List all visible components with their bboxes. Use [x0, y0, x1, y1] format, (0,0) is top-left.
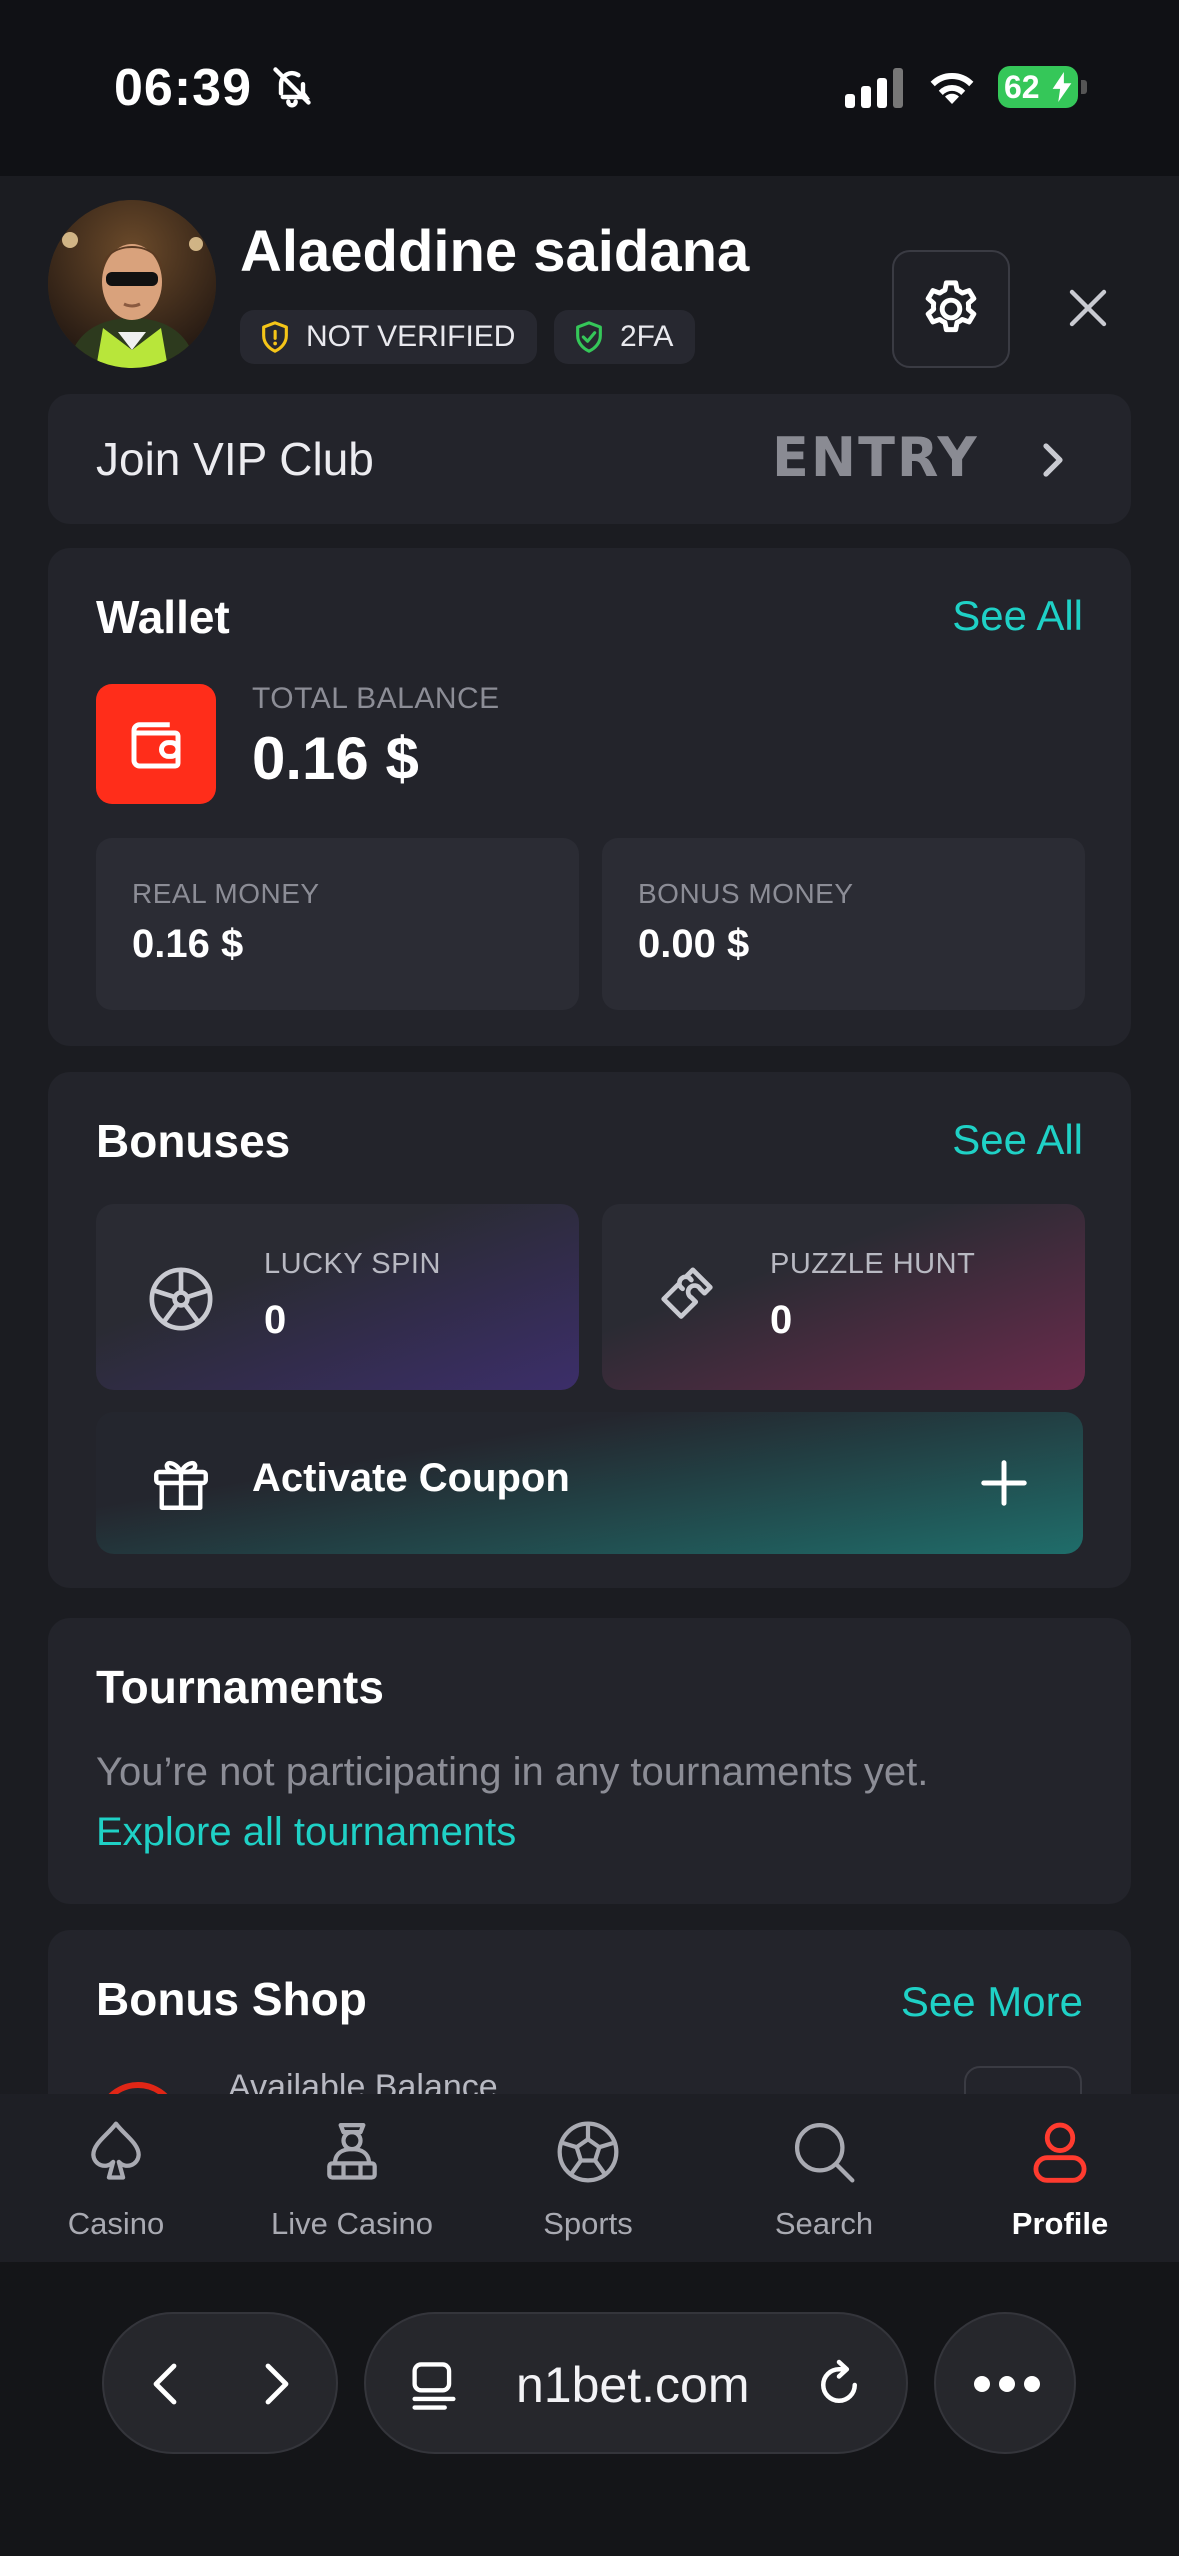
lucky-spin-value: 0 [264, 1298, 287, 1342]
tournaments-card: Tournaments You’re not participating in … [48, 1618, 1131, 1904]
bonus-shop-action-button[interactable] [964, 2066, 1082, 2094]
puzzle-hunt-value: 0 [770, 1298, 793, 1342]
soccer-ball-icon [557, 2121, 619, 2183]
puzzle-hunt-tile[interactable]: PUZZLE HUNT 0 [602, 1204, 1085, 1390]
wallet-see-all-link[interactable]: See All [952, 592, 1083, 640]
spade-icon [91, 2121, 141, 2180]
gift-icon [154, 1461, 208, 1510]
settings-button[interactable] [892, 250, 1010, 368]
bolt-icon [1052, 72, 1072, 102]
avatar[interactable] [48, 200, 216, 368]
lucky-spin-tile[interactable]: LUCKY SPIN 0 [96, 1204, 579, 1390]
status-bar: 06:39 62 [0, 0, 1179, 176]
plus-icon [981, 1460, 1027, 1506]
total-balance-value: 0.16 $ [252, 725, 419, 792]
back-button[interactable] [142, 2360, 190, 2408]
user-icon [1033, 2122, 1087, 2183]
bell-slash-icon [273, 67, 311, 108]
wallet-icon [96, 684, 216, 804]
gear-icon [925, 280, 977, 333]
tab-live-casino[interactable]: Live Casino [252, 2094, 452, 2262]
bottom-tab-bar: Casino Live Casino Sports Search Profile [0, 2094, 1179, 2262]
coin-icon [96, 2082, 180, 2094]
available-balance-label: Available Balance [228, 2068, 498, 2094]
bonus-money-label: BONUS MONEY [638, 878, 854, 909]
tab-profile[interactable]: Profile [960, 2094, 1160, 2262]
status-time: 06:39 [114, 59, 252, 117]
wheel-icon [149, 1267, 213, 1331]
browser-nav-group [102, 2312, 338, 2454]
forward-button[interactable] [252, 2360, 300, 2408]
wallet-title: Wallet [96, 591, 230, 643]
url-text: n1bet.com [516, 2357, 750, 2413]
tab-live-casino-label: Live Casino [271, 2206, 433, 2241]
tab-sports-label: Sports [543, 2206, 633, 2241]
real-money-box: REAL MONEY 0.16 $ [96, 838, 579, 1010]
bonus-money-value: 0.00 $ [638, 922, 750, 966]
cellular-signal-icon [845, 68, 903, 108]
tab-casino-label: Casino [67, 2206, 165, 2241]
vip-club-label: Join VIP Club [96, 433, 374, 485]
two-fa-label: 2FA [620, 320, 674, 353]
bonus-shop-title: Bonus Shop [96, 1973, 367, 2025]
activate-coupon-button[interactable]: Activate Coupon [96, 1412, 1083, 1554]
bonus-shop-see-more-link[interactable]: See More [901, 1978, 1083, 2026]
profile-header: Alaeddine saidana NOT VERIFIED 2FA [48, 200, 1138, 370]
activate-coupon-label: Activate Coupon [252, 1456, 570, 1500]
address-bar[interactable]: n1bet.com [364, 2312, 908, 2454]
reload-icon[interactable] [812, 2358, 866, 2412]
tab-casino[interactable]: Casino [16, 2094, 216, 2262]
browser-toolbar: n1bet.com [0, 2262, 1179, 2556]
not-verified-badge[interactable]: NOT VERIFIED [240, 310, 538, 364]
profile-page: Alaeddine saidana NOT VERIFIED 2FA Join … [0, 176, 1179, 2094]
wifi-icon [930, 72, 974, 104]
bonus-money-box: BONUS MONEY 0.00 $ [602, 838, 1085, 1010]
explore-tournaments-link[interactable]: Explore all tournaments [96, 1810, 516, 1855]
wallet-card: Wallet See All TOTAL BALANCE 0.16 $ REAL… [48, 548, 1131, 1046]
shield-warning-icon [262, 321, 288, 353]
tab-search[interactable]: Search [724, 2094, 924, 2262]
wallet-glyph [131, 722, 181, 769]
lucky-spin-label: LUCKY SPIN [264, 1248, 441, 1280]
two-fa-badge[interactable]: 2FA [554, 310, 696, 364]
puzzle-icon [661, 1267, 713, 1319]
tournaments-title: Tournaments [96, 1661, 384, 1713]
battery-tip [1081, 80, 1087, 94]
bonus-shop-card: Bonus Shop See More Available Balance [48, 1930, 1131, 2094]
total-balance-label: TOTAL BALANCE [252, 682, 500, 715]
tabs-icon[interactable] [408, 2358, 460, 2414]
close-icon [1069, 289, 1107, 327]
real-money-value: 0.16 $ [132, 922, 244, 966]
tournaments-empty-text: You’re not participating in any tourname… [96, 1750, 929, 1794]
tab-sports[interactable]: Sports [488, 2094, 688, 2262]
dealer-icon [327, 2122, 377, 2180]
bonuses-see-all-link[interactable]: See All [952, 1116, 1083, 1164]
shield-check-icon [576, 321, 602, 353]
tab-search-label: Search [774, 2206, 874, 2241]
battery-charging-icon: 62 [998, 66, 1078, 108]
not-verified-label: NOT VERIFIED [306, 320, 516, 353]
close-button[interactable] [1058, 278, 1118, 338]
ellipsis-icon [974, 2376, 1040, 2392]
bonuses-title: Bonuses [96, 1115, 291, 1167]
avatar-image [48, 200, 216, 368]
more-options-button[interactable] [934, 2312, 1076, 2454]
puzzle-hunt-label: PUZZLE HUNT [770, 1248, 976, 1280]
vip-club-banner[interactable]: Join VIP Club ENTRY [48, 394, 1131, 524]
vip-level: ENTRY [772, 426, 979, 489]
bonuses-card: Bonuses See All LUCKY SPIN 0 PUZZLE HUNT… [48, 1072, 1131, 1588]
real-money-label: REAL MONEY [132, 878, 320, 909]
tab-profile-label: Profile [1011, 2206, 1109, 2241]
search-icon [794, 2122, 855, 2183]
user-name: Alaeddine saidana [240, 219, 750, 284]
chevron-right-icon [1043, 443, 1063, 477]
